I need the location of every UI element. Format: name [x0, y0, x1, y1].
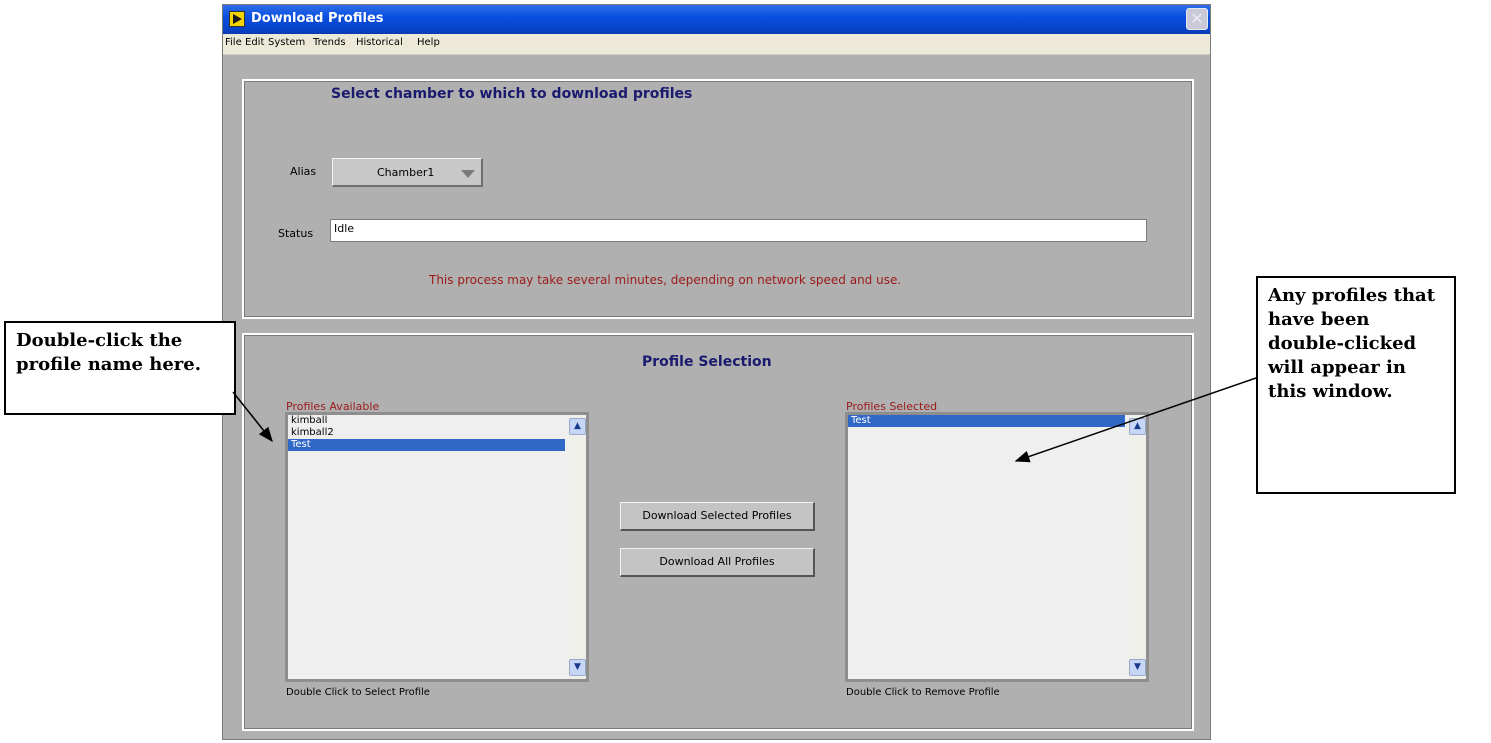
menu-historical[interactable]: Historical	[356, 37, 403, 48]
scrollbar[interactable]: ▲ ▼	[569, 415, 586, 679]
profiles-selected-list[interactable]: Test ▲ ▼	[845, 412, 1149, 682]
menu-bar: File Edit System Trends Historical Help	[223, 34, 1210, 55]
chevron-up-icon[interactable]: ▲	[1129, 418, 1146, 435]
download-selected-button[interactable]: Download Selected Profiles	[620, 502, 815, 531]
app-icon	[229, 11, 245, 27]
scrollbar[interactable]: ▲ ▼	[1129, 415, 1146, 679]
profile-heading: Profile Selection	[642, 354, 772, 370]
menu-trends[interactable]: Trends	[313, 37, 346, 48]
status-label: Status	[278, 227, 314, 240]
chevron-down-icon[interactable]: ▼	[1129, 659, 1146, 676]
title-bar[interactable]: Download Profiles ✕	[223, 5, 1210, 34]
menu-help[interactable]: Help	[417, 37, 440, 48]
alias-dropdown[interactable]: Chamber1	[332, 158, 483, 187]
download-profiles-window: Download Profiles ✕ File Edit System Tre…	[222, 4, 1211, 740]
alias-label: Alias	[290, 165, 317, 178]
download-all-button[interactable]: Download All Profiles	[620, 548, 815, 577]
close-button[interactable]: ✕	[1186, 8, 1208, 30]
triangle-down-icon	[461, 170, 475, 178]
alias-value: Chamber1	[377, 166, 435, 179]
chamber-heading: Select chamber to which to download prof…	[331, 86, 693, 102]
profiles-available-list[interactable]: kimball kimball2 Test ▲ ▼	[285, 412, 589, 682]
list-item-selected[interactable]: Test	[288, 439, 565, 451]
chevron-down-icon[interactable]: ▼	[569, 659, 586, 676]
menu-file[interactable]: File	[225, 37, 242, 48]
list-item[interactable]: kimball2	[288, 427, 565, 439]
list-item[interactable]: kimball	[288, 415, 565, 427]
window-title: Download Profiles	[251, 11, 384, 26]
left-callout: Double-click the profile name here.	[4, 321, 236, 415]
right-callout: Any profiles that have been double-click…	[1256, 276, 1456, 494]
status-field[interactable]: Idle	[330, 219, 1147, 242]
list-item-selected[interactable]: Test	[848, 415, 1125, 427]
menu-edit[interactable]: Edit	[245, 37, 264, 48]
menu-system[interactable]: System	[268, 37, 305, 48]
available-hint: Double Click to Select Profile	[286, 687, 430, 698]
selected-hint: Double Click to Remove Profile	[846, 687, 1000, 698]
warning-text: This process may take several minutes, d…	[429, 273, 902, 287]
chevron-up-icon[interactable]: ▲	[569, 418, 586, 435]
